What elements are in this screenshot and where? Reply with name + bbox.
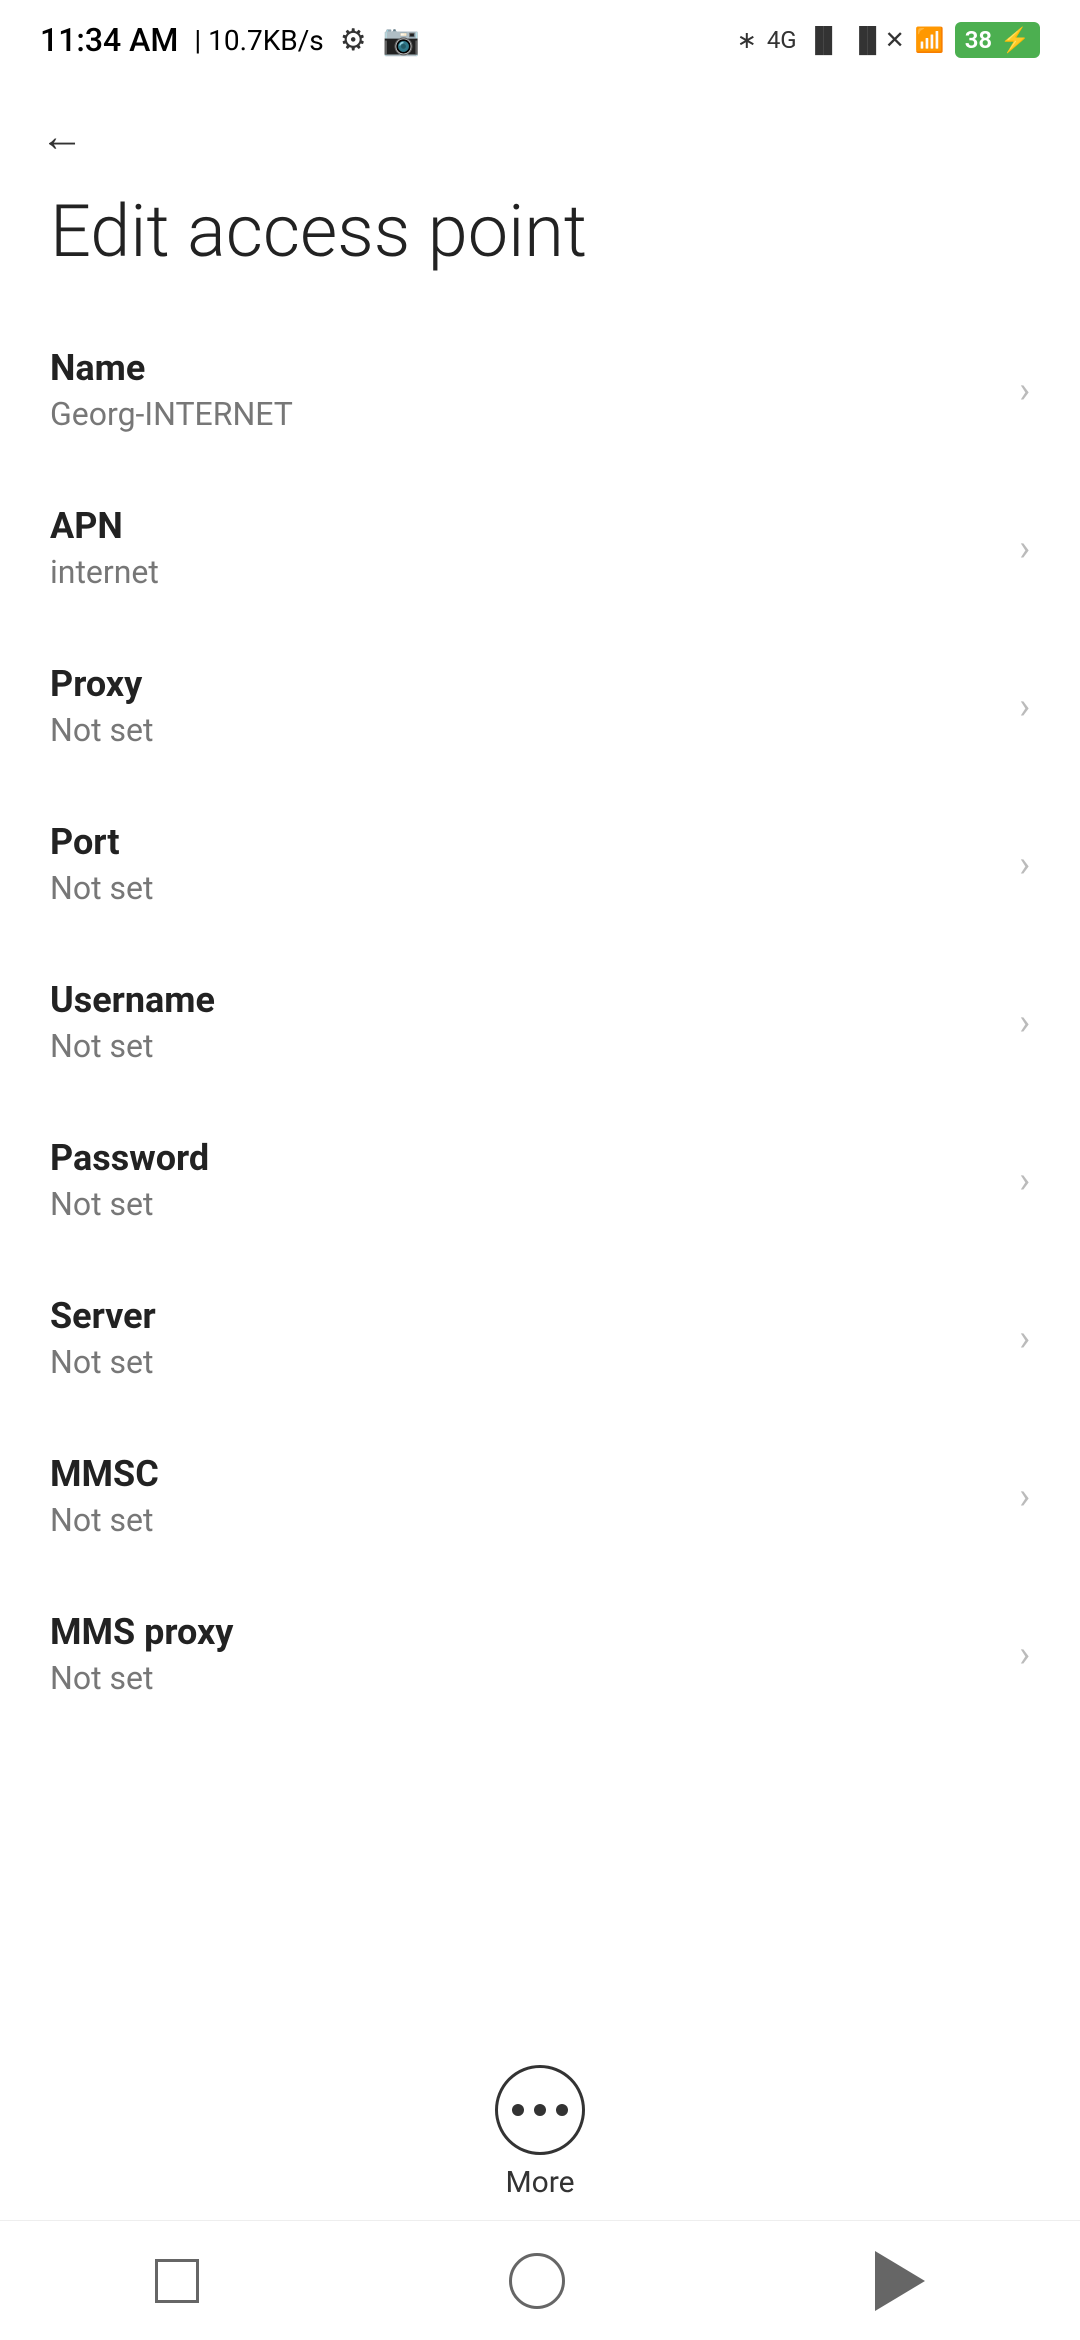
settings-item-label-7: MMSC bbox=[50, 1453, 999, 1495]
settings-item-server[interactable]: Server Not set › bbox=[0, 1259, 1080, 1417]
settings-item-username[interactable]: Username Not set › bbox=[0, 943, 1080, 1101]
settings-item-label-2: Proxy bbox=[50, 663, 999, 705]
chevron-right-icon: › bbox=[1019, 527, 1030, 569]
settings-item-label-1: APN bbox=[50, 505, 999, 547]
settings-item-value-6: Not set bbox=[50, 1343, 999, 1381]
nav-home-button[interactable] bbox=[509, 2253, 565, 2309]
video-icon: 📷 bbox=[383, 23, 420, 58]
chevron-right-icon: › bbox=[1019, 843, 1030, 885]
settings-item-proxy[interactable]: Proxy Not set › bbox=[0, 627, 1080, 785]
back-nav-icon bbox=[875, 2251, 925, 2311]
settings-item-value-8: Not set bbox=[50, 1659, 999, 1697]
chevron-right-icon: › bbox=[1019, 1159, 1030, 1201]
settings-item-text: Username Not set bbox=[50, 979, 999, 1065]
settings-item-text: Proxy Not set bbox=[50, 663, 999, 749]
lightning-icon: ⚡ bbox=[1000, 26, 1030, 54]
settings-item-text: Password Not set bbox=[50, 1137, 999, 1223]
more-button[interactable]: More bbox=[495, 2065, 585, 2200]
nav-recents-button[interactable] bbox=[155, 2259, 199, 2303]
settings-item-mms-proxy[interactable]: MMS proxy Not set › bbox=[0, 1575, 1080, 1733]
settings-item-value-1: internet bbox=[50, 553, 999, 591]
status-bar: 11:34 AM | 10.7KB/s ⚙ 📷 ∗ 4G ▐▌ ▐▌✕ 📶 38… bbox=[0, 0, 1080, 80]
chevron-right-icon: › bbox=[1019, 1633, 1030, 1675]
signal-bars2-icon: ▐▌✕ bbox=[851, 26, 905, 55]
page-title: Edit access point bbox=[0, 172, 1080, 311]
battery-level: 38 bbox=[965, 26, 992, 54]
settings-item-value-3: Not set bbox=[50, 869, 999, 907]
dot1 bbox=[512, 2104, 524, 2116]
chevron-right-icon: › bbox=[1019, 1475, 1030, 1517]
chevron-right-icon: › bbox=[1019, 1001, 1030, 1043]
settings-item-port[interactable]: Port Not set › bbox=[0, 785, 1080, 943]
settings-item-value-4: Not set bbox=[50, 1027, 999, 1065]
back-button-area[interactable]: ← bbox=[0, 80, 1080, 172]
more-dots-icon bbox=[512, 2104, 568, 2116]
settings-item-text: MMSC Not set bbox=[50, 1453, 999, 1539]
nav-bar bbox=[0, 2220, 1080, 2340]
status-right-icons: ∗ 4G ▐▌ ▐▌✕ 📶 38 ⚡ bbox=[737, 22, 1040, 58]
home-icon bbox=[509, 2253, 565, 2309]
settings-list: Name Georg-INTERNET › APN internet › Pro… bbox=[0, 311, 1080, 1733]
settings-item-label-0: Name bbox=[50, 347, 999, 389]
settings-item-password[interactable]: Password Not set › bbox=[0, 1101, 1080, 1259]
settings-item-label-4: Username bbox=[50, 979, 999, 1021]
settings-item-text: Name Georg-INTERNET bbox=[50, 347, 999, 433]
settings-item-label-8: MMS proxy bbox=[50, 1611, 999, 1653]
settings-item-label-3: Port bbox=[50, 821, 999, 863]
chevron-right-icon: › bbox=[1019, 1317, 1030, 1359]
chevron-right-icon: › bbox=[1019, 685, 1030, 727]
gear-icon: ⚙ bbox=[340, 23, 367, 58]
settings-item-value-7: Not set bbox=[50, 1501, 999, 1539]
settings-item-value-0: Georg-INTERNET bbox=[50, 395, 999, 433]
back-arrow-icon[interactable]: ← bbox=[40, 110, 84, 162]
status-speed: | 10.7KB/s bbox=[194, 24, 323, 57]
dot3 bbox=[556, 2104, 568, 2116]
bluetooth-icon: ∗ bbox=[737, 26, 757, 54]
settings-item-text: Port Not set bbox=[50, 821, 999, 907]
settings-item-text: MMS proxy Not set bbox=[50, 1611, 999, 1697]
more-circle-icon[interactable] bbox=[495, 2065, 585, 2155]
wifi-icon: 📶 bbox=[915, 26, 945, 54]
status-time: 11:34 AM bbox=[40, 21, 178, 59]
signal-bars-icon: ▐▌ bbox=[807, 26, 841, 55]
settings-item-name[interactable]: Name Georg-INTERNET › bbox=[0, 311, 1080, 469]
settings-item-value-5: Not set bbox=[50, 1185, 999, 1223]
settings-item-apn[interactable]: APN internet › bbox=[0, 469, 1080, 627]
dot2 bbox=[534, 2104, 546, 2116]
settings-item-text: Server Not set bbox=[50, 1295, 999, 1381]
settings-item-label-5: Password bbox=[50, 1137, 999, 1179]
battery-indicator: 38 ⚡ bbox=[955, 22, 1040, 58]
settings-item-label-6: Server bbox=[50, 1295, 999, 1337]
settings-item-value-2: Not set bbox=[50, 711, 999, 749]
status-left: 11:34 AM | 10.7KB/s ⚙ 📷 bbox=[40, 21, 420, 59]
recents-icon bbox=[155, 2259, 199, 2303]
signal-4g-icon: 4G bbox=[767, 26, 797, 54]
settings-item-mmsc[interactable]: MMSC Not set › bbox=[0, 1417, 1080, 1575]
nav-back-button[interactable] bbox=[875, 2251, 925, 2311]
chevron-right-icon: › bbox=[1019, 369, 1030, 411]
settings-item-text: APN internet bbox=[50, 505, 999, 591]
more-label: More bbox=[505, 2165, 574, 2200]
